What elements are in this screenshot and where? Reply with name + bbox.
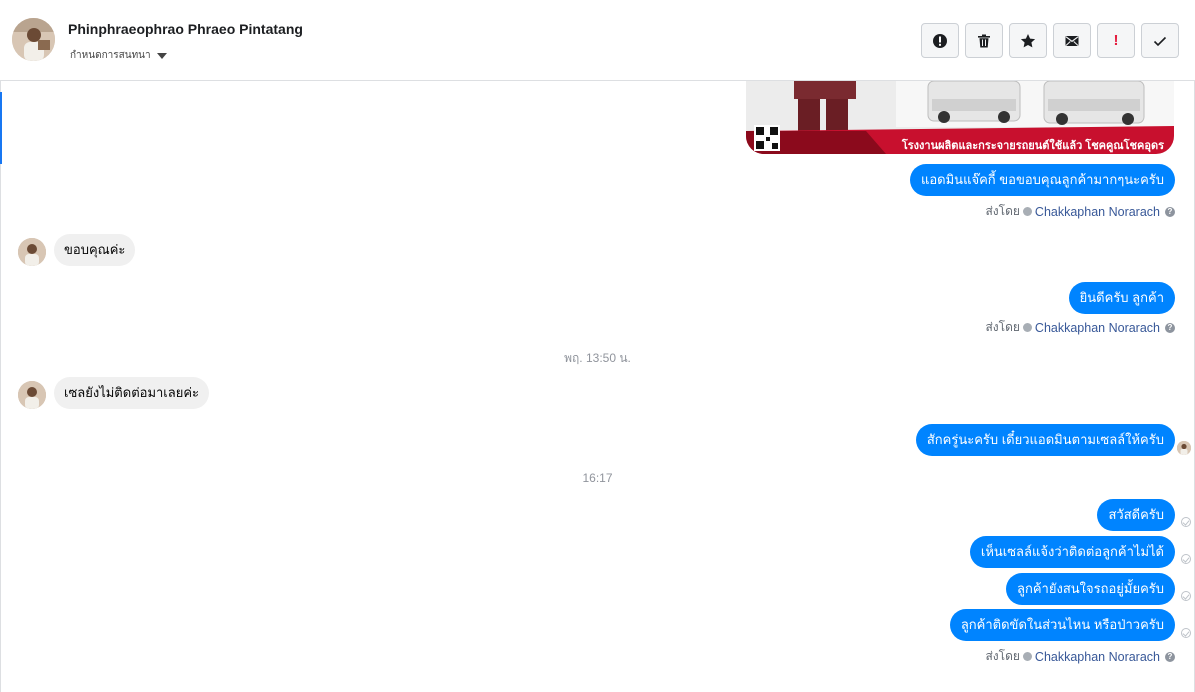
assign-label: กำหนดการสนทนา (70, 50, 151, 61)
sent-status-icon (1181, 591, 1191, 601)
verified-check-icon (1022, 207, 1032, 216)
incoming-message[interactable]: เซลยังไม่ติดต่อมาเลยค่ะ (54, 377, 210, 409)
sent-by-label: ส่งโดย (985, 649, 1020, 663)
seen-avatar (1177, 441, 1191, 455)
star-icon (1020, 33, 1036, 47)
contact-avatar-small (18, 238, 46, 266)
sent-by-info: ส่งโดย Chakkaphan Norarach ? (985, 318, 1175, 337)
sent-status-icon (1181, 554, 1191, 564)
outgoing-message[interactable]: สักครู่นะครับ เดี๋ยวแอดมินตามเซลล์ให้ครั… (915, 424, 1175, 456)
sender-name-link[interactable]: Chakkaphan Norarach (1035, 321, 1160, 335)
conversation-header: Phinphraeophrao Phraeo Pintatang กำหนดกา… (0, 0, 1195, 81)
verified-check-icon (1022, 652, 1032, 661)
contact-name[interactable]: Phinphraeophrao Phraeo Pintatang (68, 21, 303, 37)
trash-icon (978, 34, 990, 47)
assign-conversation-dropdown[interactable]: กำหนดการสนทนา (70, 48, 167, 63)
mark-unread-button[interactable] (1053, 23, 1091, 58)
exclamation-icon: ! (1113, 32, 1119, 49)
sent-status-icon (1181, 628, 1191, 638)
time-separator: 16:17 (582, 471, 613, 485)
help-icon[interactable]: ? (1165, 322, 1175, 333)
outgoing-message[interactable]: ลูกค้าติดขัดในส่วนไหน หรือป่าวครับ (949, 609, 1175, 641)
follow-up-button[interactable]: ! (1097, 23, 1135, 58)
outgoing-message[interactable]: ยินดีครับ ลูกค้า (1068, 282, 1175, 314)
image-attachment[interactable]: โรงงานผลิตและกระจายรถยนต์ใช้แล้ว โชคคูณโ… (746, 81, 1174, 154)
star-button[interactable] (1009, 23, 1047, 58)
message-thread[interactable]: โรงงานผลิตและกระจายรถยนต์ใช้แล้ว โชคคูณโ… (0, 81, 1195, 692)
outgoing-message[interactable]: สวัสดีครับ (1097, 499, 1175, 531)
alert-circle-icon (933, 33, 947, 48)
sent-status-icon (1181, 517, 1191, 527)
contact-avatar-small (18, 381, 46, 409)
outgoing-message[interactable]: แอดมินแจ๊คกี้ ขอขอบคุณลูกค้ามากๆนะครับ (909, 164, 1175, 196)
mark-spam-button[interactable] (921, 23, 959, 58)
sent-by-label: ส่งโดย (985, 204, 1020, 218)
help-icon[interactable]: ? (1165, 651, 1175, 662)
outgoing-message[interactable]: ลูกค้ายังสนใจรถอยู่มั้ยครับ (1006, 573, 1175, 605)
incoming-message[interactable]: ขอบคุณค่ะ (54, 234, 136, 266)
contact-avatar[interactable] (12, 18, 55, 61)
outgoing-message[interactable]: เห็นเซลล์แจ้งว่าติดต่อลูกค้าไม่ได้ (969, 536, 1175, 568)
time-separator: พฤ. 13:50 น. (564, 351, 631, 365)
check-icon (1153, 36, 1167, 46)
sent-by-info: ส่งโดย Chakkaphan Norarach ? (985, 202, 1175, 221)
verified-check-icon (1022, 323, 1032, 332)
sent-by-label: ส่งโดย (985, 320, 1020, 334)
envelope-icon (1065, 35, 1079, 46)
sender-name-link[interactable]: Chakkaphan Norarach (1035, 205, 1160, 219)
image-banner-text: โรงงานผลิตและกระจายรถยนต์ใช้แล้ว โชคคูณโ… (901, 140, 1164, 152)
mark-done-button[interactable] (1141, 23, 1179, 58)
conversation-actions: ! (921, 23, 1179, 58)
caret-down-icon (156, 53, 167, 59)
delete-button[interactable] (965, 23, 1003, 58)
sent-by-info: ส่งโดย Chakkaphan Norarach ? (985, 647, 1175, 666)
help-icon[interactable]: ? (1165, 206, 1175, 217)
sender-name-link[interactable]: Chakkaphan Norarach (1035, 650, 1160, 664)
